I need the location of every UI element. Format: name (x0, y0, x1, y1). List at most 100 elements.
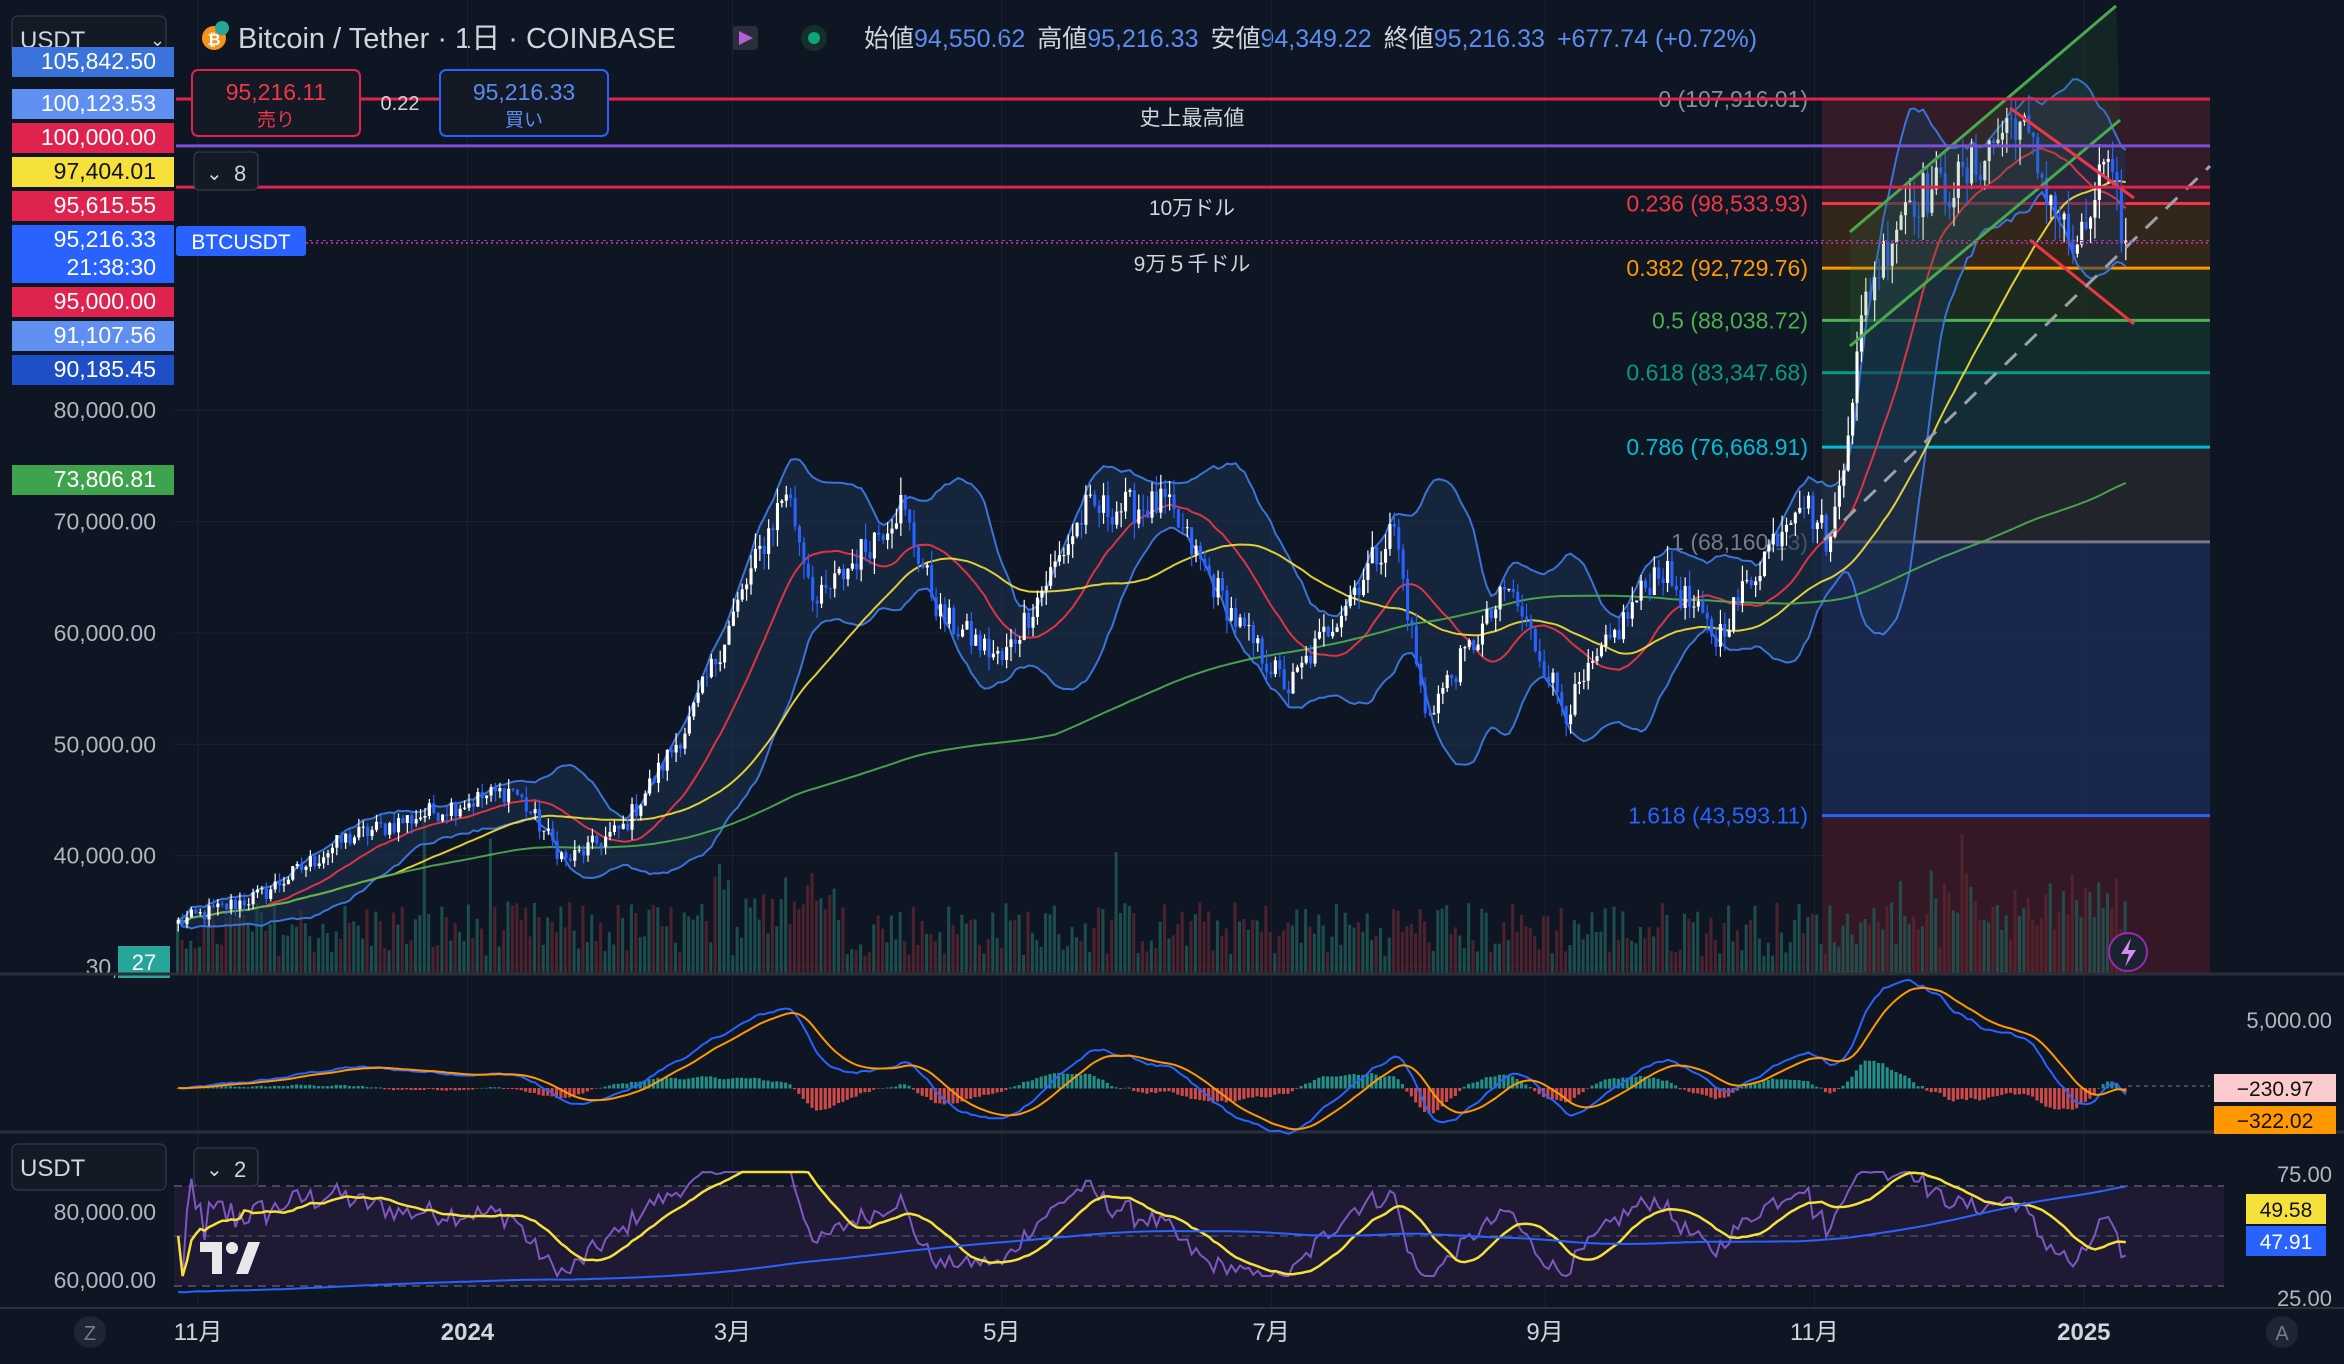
volume-bar (1462, 948, 1466, 974)
macd-histogram-bar (836, 1088, 841, 1104)
candle-body (551, 828, 555, 841)
volume-bar (810, 873, 814, 974)
candle-body (1066, 544, 1070, 556)
volume-bar (828, 895, 832, 974)
candle-body (383, 823, 387, 835)
volume-bar (1092, 927, 1096, 974)
candle-body (718, 662, 722, 665)
volume-bar (665, 926, 669, 974)
macd-histogram-bar (1008, 1087, 1012, 1089)
candle-body (925, 565, 929, 568)
macd-histogram-bar (1158, 1088, 1162, 1092)
volume-bar (1118, 913, 1123, 974)
macd-histogram-bar (255, 1085, 259, 1089)
volume-bar (1586, 934, 1590, 974)
volume-bar (1550, 953, 1554, 974)
volume-bar (1277, 935, 1281, 974)
macd-histogram-bar (1713, 1088, 1717, 1100)
volume-bar (2079, 916, 2083, 974)
candle-body (1793, 512, 1797, 524)
buy-button[interactable]: 95,216.33 買い (439, 69, 609, 137)
volume-bar (1621, 911, 1625, 974)
candle-body (1630, 602, 1634, 619)
candle-body (947, 607, 951, 624)
candle-body (1776, 533, 1780, 547)
lightning-icon[interactable] (2108, 932, 2148, 972)
sell-price: 95,216.11 (226, 79, 327, 105)
macd-histogram-bar (700, 1076, 704, 1089)
volume-bar (1665, 914, 1669, 974)
macd-histogram-bar (1140, 1088, 1145, 1093)
macd-histogram-bar (1674, 1085, 1678, 1089)
volume-bar (308, 936, 312, 974)
volume-bar (982, 953, 986, 974)
macd-histogram-bar (1176, 1088, 1180, 1095)
candle-body (229, 899, 233, 910)
candle-body (736, 599, 740, 612)
macd-histogram-bar (2004, 1088, 2008, 1094)
volume-bar (2105, 893, 2110, 974)
volume-bar (1506, 940, 1510, 974)
candle-body (1322, 626, 1326, 632)
macd-histogram-bar (1022, 1081, 1026, 1089)
volume-bar (991, 912, 995, 974)
candle-body (1339, 615, 1344, 628)
timezone-button[interactable]: Z (74, 1316, 106, 1348)
rsi-symbol-select-value: USDT (20, 1155, 86, 1182)
macd-histogram-bar (1308, 1082, 1312, 1089)
macd-histogram-bar (1960, 1088, 1964, 1099)
volume-bar (1110, 920, 1114, 974)
chart-canvas[interactable]: USDT ⌄ ₿ Bitcoin / Tether · 1日 · COINBAS… (0, 0, 2344, 1364)
candle-body (542, 830, 546, 832)
macd-histogram-bar (272, 1085, 277, 1089)
macd-histogram-bar (673, 1078, 677, 1089)
signal-value-tag: −322.02 (2214, 1106, 2336, 1134)
volume-bar (656, 907, 660, 974)
candle-body (269, 889, 273, 899)
volume-bar (1749, 920, 1753, 974)
candle-body (1450, 675, 1454, 679)
volume-bar (1008, 920, 1012, 974)
rsi-indicator-toggle[interactable]: ⌄ 2 (193, 1147, 259, 1187)
volume-bar (2048, 883, 2052, 974)
auto-scale-button[interactable]: A (2266, 1316, 2298, 1348)
macd-histogram-bar (1458, 1088, 1462, 1091)
volume-bar (1105, 953, 1109, 974)
volume-bar (1383, 955, 1387, 974)
macd-histogram-bar (1991, 1088, 1995, 1097)
sell-button[interactable]: 95,216.11 売り (191, 69, 361, 137)
macd-histogram-bar (1533, 1088, 1537, 1092)
candle-body (1392, 524, 1396, 528)
candle-body (723, 644, 727, 663)
volume-bar (1163, 904, 1167, 974)
macd-histogram-bar (1445, 1088, 1449, 1102)
volume-bar (1480, 908, 1484, 974)
volume-bar (466, 904, 470, 974)
candle-body (1057, 555, 1062, 562)
macd-histogram-bar (1286, 1088, 1290, 1094)
candle-body (361, 826, 365, 828)
flag-icon[interactable] (732, 26, 758, 50)
macd-histogram-bar (1414, 1088, 1418, 1103)
candle-body (1256, 638, 1260, 644)
candle-body (1265, 663, 1269, 672)
candle-body (1309, 655, 1313, 664)
macd-histogram-bar (1920, 1085, 1924, 1089)
market-status-icon[interactable] (801, 25, 827, 51)
candle-body (894, 523, 898, 529)
candle-body (670, 749, 674, 753)
macd-histogram-bar (1189, 1088, 1193, 1099)
volume-bar (806, 884, 810, 974)
indicator-list-toggle[interactable]: ⌄ 8 (193, 151, 259, 191)
candle-body (1313, 638, 1317, 664)
macd-histogram-bar (224, 1086, 228, 1089)
volume-bar (559, 906, 563, 974)
macd-histogram-bar (1568, 1088, 1572, 1102)
macd-histogram-bar (1586, 1088, 1590, 1089)
candle-body (1855, 351, 1859, 403)
macd-histogram-bar (2013, 1088, 2017, 1095)
macd-histogram-bar (1594, 1083, 1598, 1089)
candle-body (1538, 651, 1542, 662)
volume-bar (391, 912, 395, 974)
candle-body (784, 494, 788, 501)
